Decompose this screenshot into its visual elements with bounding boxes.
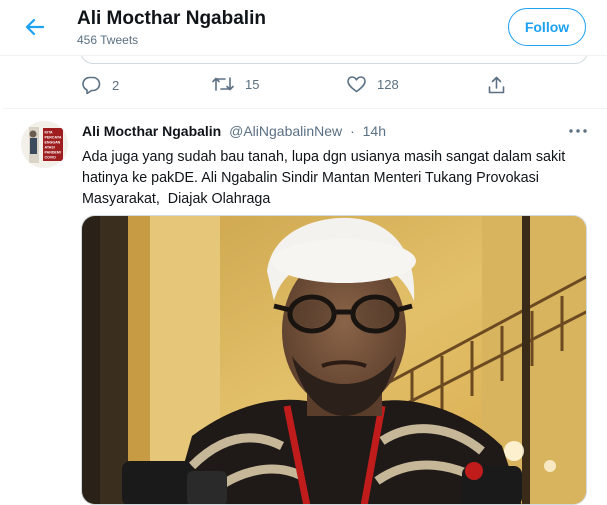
follow-button[interactable]: Follow [508,8,586,46]
more-options-button[interactable] [566,122,590,140]
back-button[interactable] [22,16,48,38]
page-title: Ali Mocthar Ngabalin [77,8,266,29]
retweet-button[interactable]: 15 [212,76,259,92]
profile-header: Ali Mocthar Ngabalin 456 Tweets Follow [0,0,607,56]
author-handle[interactable]: @AliNgabalinNew [229,123,342,139]
share-button[interactable] [488,76,505,94]
like-button[interactable]: 128 [347,76,399,93]
avatar-text-1: KITA [45,131,54,135]
tweet-media-photo[interactable] [81,215,587,505]
tweet-header: Ali Mocthar Ngabalin @AliNgabalinNew · 1… [82,123,386,139]
avatar-text-4: ATASI [45,146,55,150]
arrow-left-icon [25,18,45,36]
avatar-text-3: ENGGAN [45,141,61,145]
avatar-text-2: PERCAYA [45,136,62,140]
retweet-icon [212,77,234,91]
tweet-text: Ada juga yang sudah bau tanah, lupa dgn … [82,147,592,210]
photo-illustration [82,216,586,504]
separator-dot: · [350,123,355,139]
reply-button[interactable]: 2 [82,76,119,94]
tweet-text-line: Masyarakat, Diajak Olahraga [82,191,271,207]
avatar-text-6: COVID [45,156,57,160]
reply-icon [82,76,101,94]
tweet-action-bar: 2 15 128 [0,70,607,104]
tweet-text-line: Ada juga yang sudah bau tanah, lupa dgn … [82,149,566,165]
share-icon [488,76,505,94]
heart-icon [347,76,366,93]
avatar-text-5: PANDEMI [45,151,61,155]
tweet-count: 456 Tweets [77,33,139,47]
like-count: 128 [377,77,399,92]
more-icon [569,129,587,133]
author-name[interactable]: Ali Mocthar Ngabalin [82,123,221,139]
tweet-text-line: hatinya ke pakDE. Ali Ngabalin Sindir Ma… [82,170,539,186]
tweet-timestamp[interactable]: 14h [363,123,386,139]
retweet-count: 15 [245,76,260,92]
reply-count: 2 [112,77,120,93]
avatar[interactable]: KITA PERCAYA ENGGAN ATASI PANDEMI COVID [21,121,68,168]
